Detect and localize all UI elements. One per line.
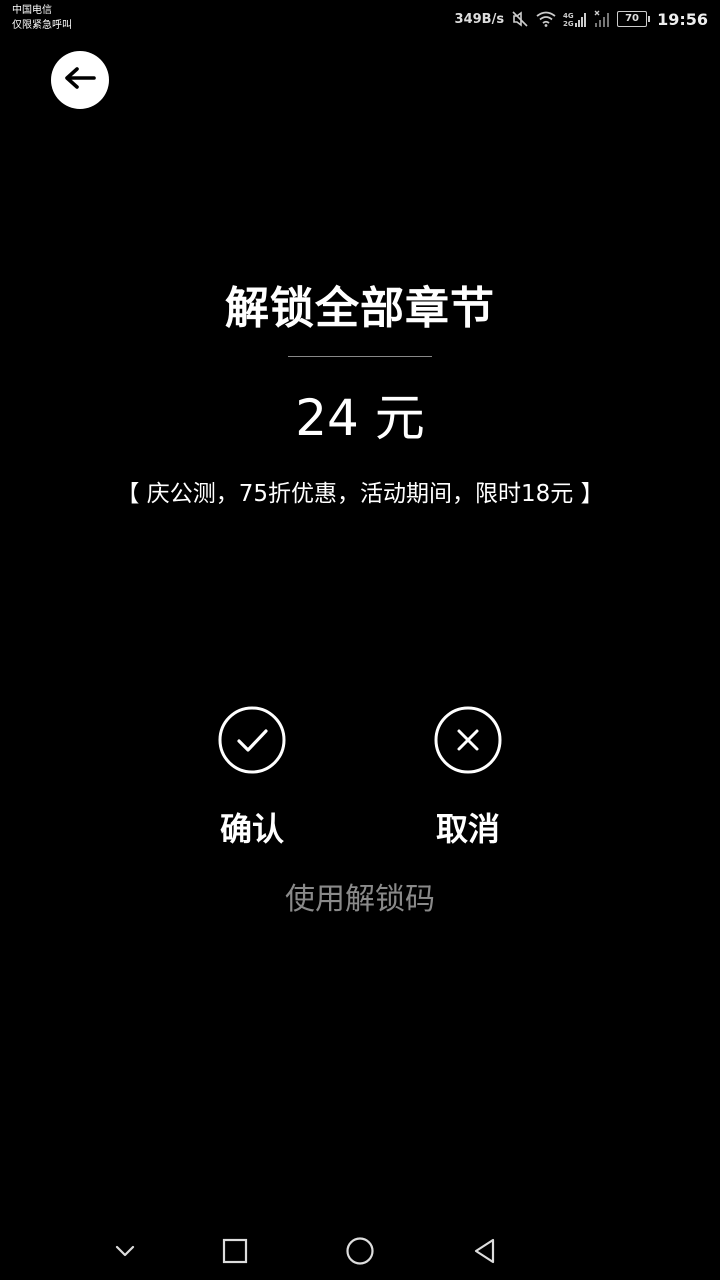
net-speed: 349B/s	[454, 11, 505, 27]
battery-level: 70	[617, 11, 648, 27]
nav-bar	[0, 1220, 720, 1280]
carrier-status: 仅限紧急呼叫	[12, 20, 72, 31]
chevron-down-icon[interactable]	[110, 1236, 140, 1266]
promo-text: 【 庆公测，75折优惠，活动期间，限时18元 】	[116, 481, 604, 507]
mute-icon	[511, 10, 529, 28]
cancel-label: 取消	[435, 810, 500, 848]
signal-4g-icon: 4G 2G	[563, 10, 587, 28]
status-icons: 349B/s 4G 2G 70 19:56	[455, 6, 708, 32]
carrier-info: 中国电信 仅限紧急呼叫	[12, 3, 72, 33]
confirm-button[interactable]: 确认	[192, 706, 312, 850]
home-circle-icon[interactable]	[345, 1236, 375, 1266]
page-title: 解锁全部章节	[225, 283, 495, 334]
arrow-left-icon	[63, 66, 97, 94]
check-icon	[218, 706, 286, 774]
svg-text:2G: 2G	[563, 20, 574, 28]
clock: 19:56	[657, 9, 708, 29]
status-bar: 中国电信 仅限紧急呼叫 349B/s 4G 2G 70 19:56	[0, 0, 720, 38]
title-divider	[288, 356, 432, 357]
carrier-name: 中国电信	[12, 5, 52, 16]
cancel-button[interactable]: 取消	[408, 706, 528, 850]
back-triangle-icon[interactable]	[470, 1236, 500, 1266]
back-button[interactable]	[51, 51, 109, 109]
recents-square-icon[interactable]	[220, 1236, 250, 1266]
wifi-icon	[536, 11, 556, 27]
signal-icon	[594, 10, 610, 28]
x-icon	[434, 706, 502, 774]
price-label: 24 元	[295, 389, 425, 447]
use-unlock-code-link[interactable]: 使用解锁码	[0, 874, 720, 918]
battery-icon: 70	[617, 11, 651, 27]
confirm-label: 确认	[219, 810, 284, 848]
svg-text:4G: 4G	[563, 12, 574, 20]
unlock-screen: 中国电信 仅限紧急呼叫 349B/s 4G 2G 70 19:56 解锁全部章节…	[0, 0, 720, 1280]
